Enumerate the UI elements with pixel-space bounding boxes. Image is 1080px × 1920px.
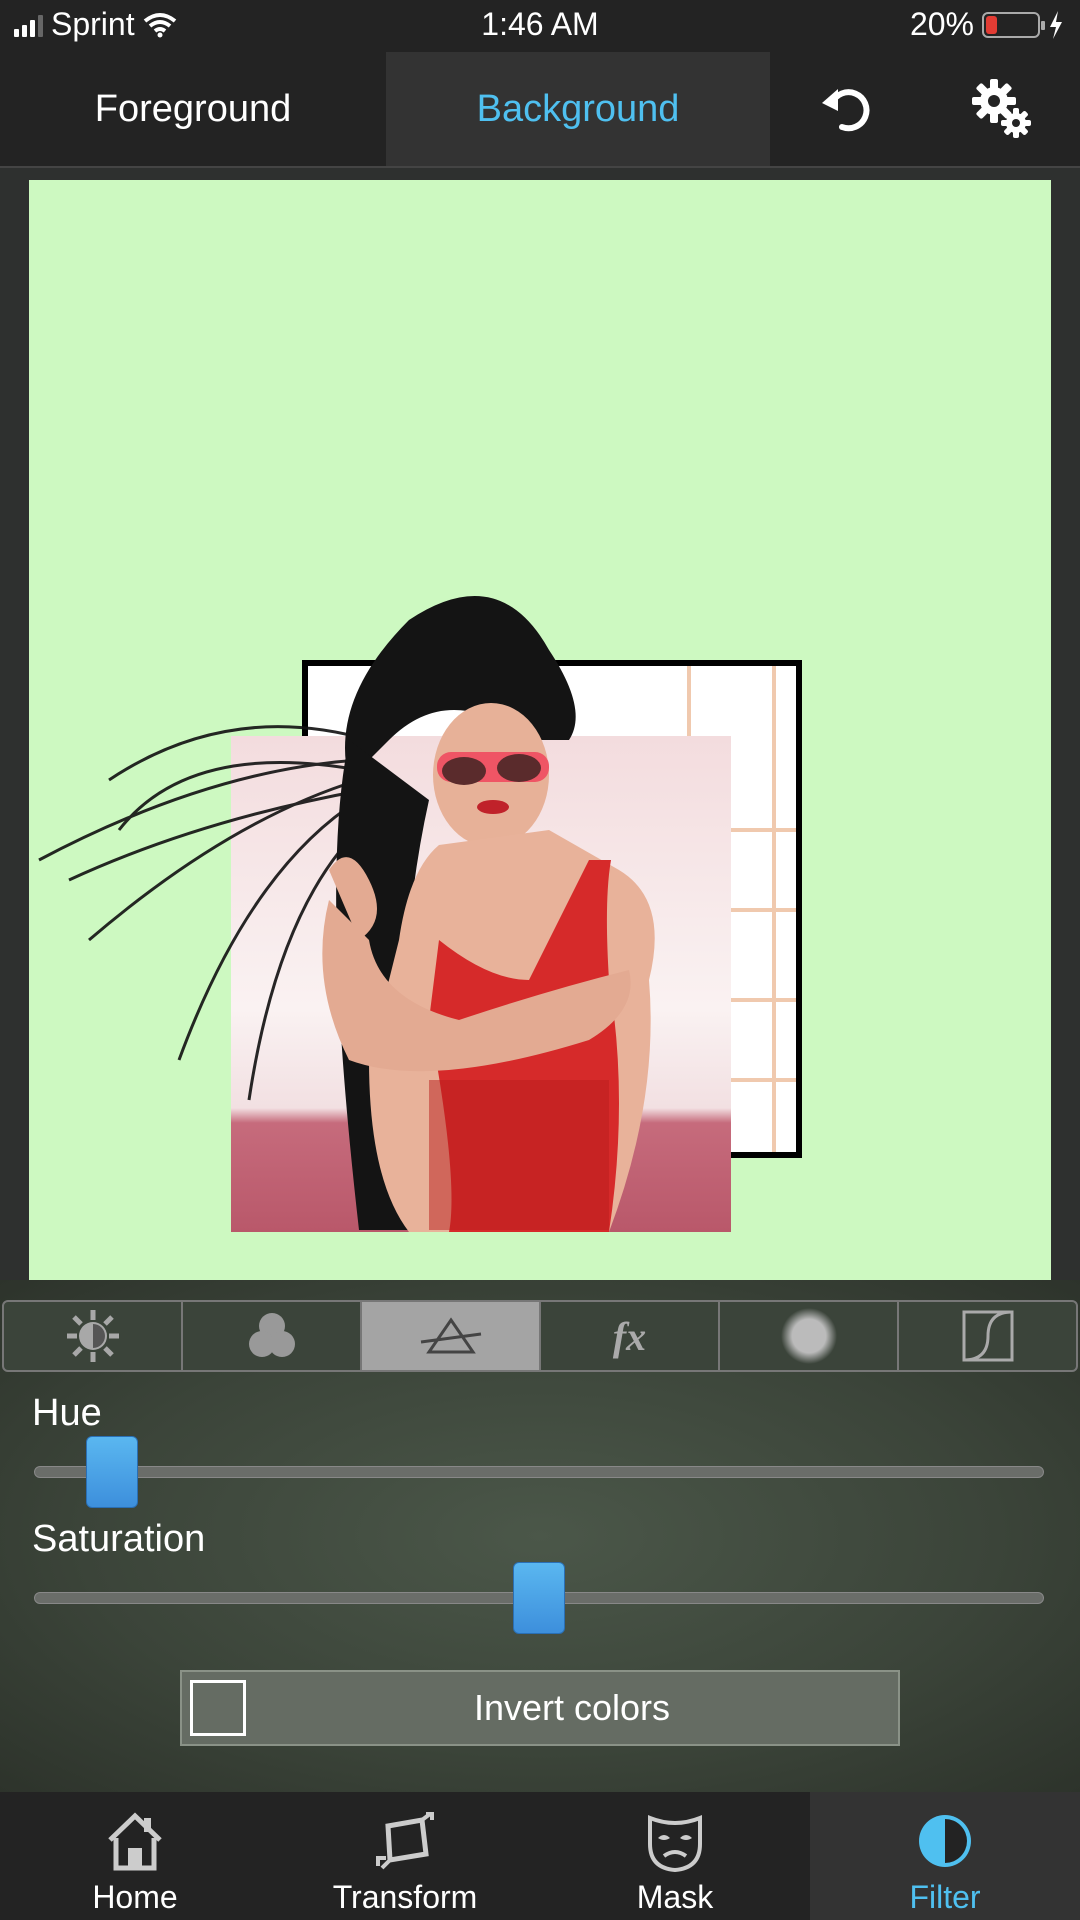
fx-icon: fx xyxy=(612,1313,647,1359)
filter-tabs: fx xyxy=(2,1300,1078,1372)
nav-home[interactable]: Home xyxy=(0,1792,270,1920)
filter-tab-brightness[interactable] xyxy=(4,1302,183,1370)
battery-percent: 20% xyxy=(909,6,974,42)
invert-colors-label: Invert colors xyxy=(473,1687,671,1728)
mask-icon xyxy=(648,1815,702,1872)
top-bar: Foreground Background xyxy=(0,52,1080,168)
brightness-icon xyxy=(66,1310,119,1362)
editing-canvas[interactable] xyxy=(29,180,1051,1280)
battery-icon xyxy=(982,11,1045,38)
transform-icon xyxy=(376,1812,434,1870)
tab-background[interactable]: Background xyxy=(386,52,770,166)
nav-home-label: Home xyxy=(92,1879,178,1915)
nav-filter[interactable]: Filter xyxy=(810,1792,1080,1920)
undo-icon xyxy=(822,89,870,132)
settings-button[interactable] xyxy=(942,52,1062,166)
filter-tab-blur[interactable] xyxy=(720,1302,899,1370)
filter-tab-fx[interactable]: fx xyxy=(541,1302,720,1370)
saturation-slider-thumb[interactable] xyxy=(513,1562,565,1634)
home-icon xyxy=(108,1812,162,1871)
status-bar: Sprint 1:46 AM 20% xyxy=(0,0,1080,52)
prism-icon xyxy=(420,1317,481,1354)
hue-slider-track[interactable] xyxy=(34,1466,1044,1478)
hue-slider-thumb[interactable] xyxy=(86,1436,138,1508)
filter-icon xyxy=(919,1815,971,1867)
filter-panel: fx Hue Saturation Invert colors xyxy=(0,1280,1080,1792)
settings-gears-icon xyxy=(972,79,1031,138)
nav-mask-label: Mask xyxy=(636,1879,714,1915)
blur-icon xyxy=(780,1308,837,1364)
filter-tab-hue[interactable] xyxy=(362,1302,541,1370)
invert-checkbox[interactable] xyxy=(190,1680,246,1736)
filter-tab-color[interactable] xyxy=(183,1302,362,1370)
filter-tab-curves[interactable] xyxy=(899,1302,1076,1370)
bottom-nav: Home Transform Mask Filter xyxy=(0,1792,1080,1920)
charging-icon xyxy=(1050,10,1062,39)
hue-label: Hue xyxy=(32,1392,102,1434)
battery-info: 20% xyxy=(910,6,1064,43)
nav-filter-label: Filter xyxy=(909,1879,981,1915)
saturation-label: Saturation xyxy=(32,1518,206,1560)
color-balance-icon xyxy=(248,1313,295,1357)
tab-foreground[interactable]: Foreground xyxy=(0,52,386,166)
nav-transform[interactable]: Transform xyxy=(270,1792,540,1920)
nav-transform-label: Transform xyxy=(332,1879,478,1915)
undo-button[interactable] xyxy=(788,52,908,166)
nav-mask[interactable]: Mask xyxy=(540,1792,810,1920)
composite-image xyxy=(38,596,802,1232)
canvas-area xyxy=(0,168,1080,1280)
invert-colors-toggle[interactable]: Invert colors xyxy=(180,1670,900,1746)
curves-icon xyxy=(962,1310,1013,1362)
